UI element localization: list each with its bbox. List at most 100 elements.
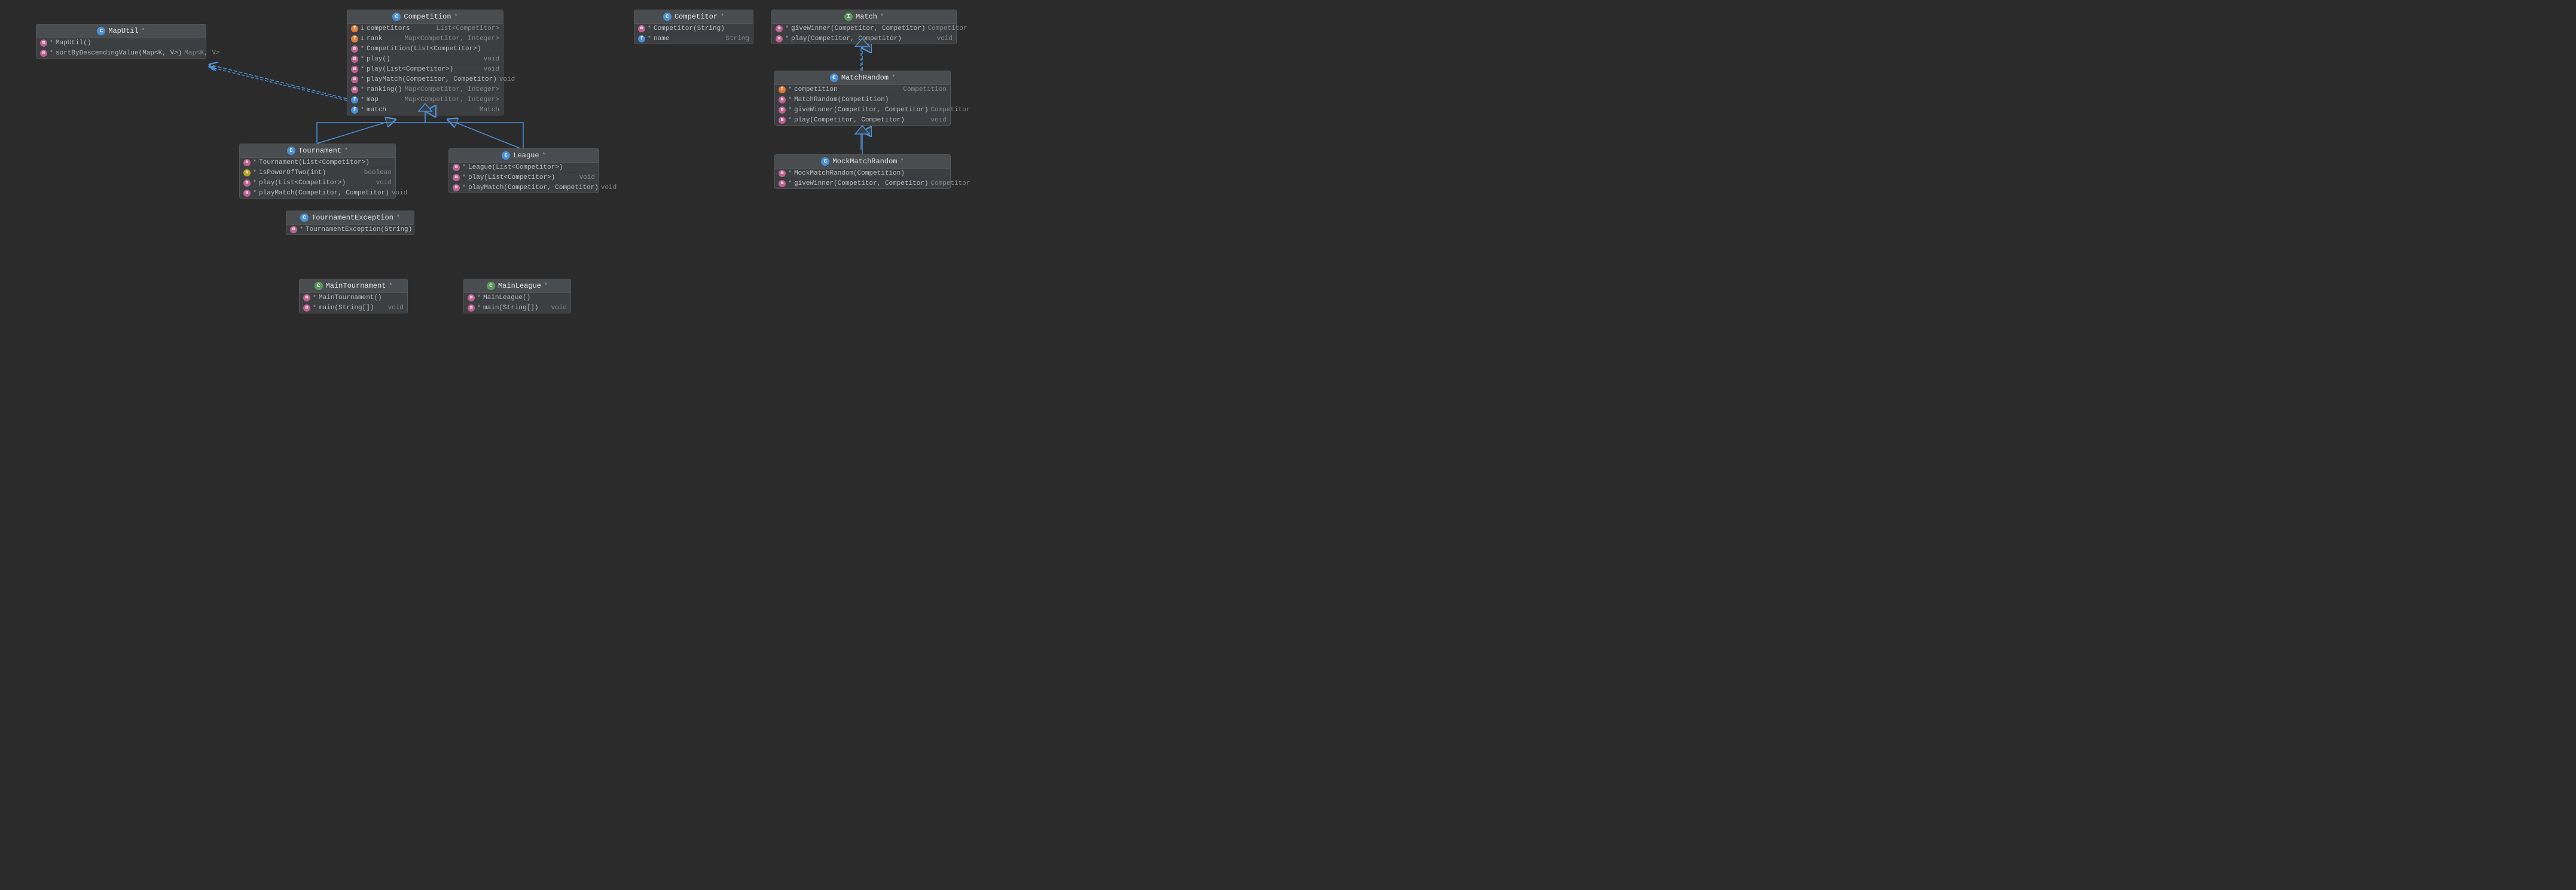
tournament-playmatch-type: void <box>392 190 407 197</box>
league-row-constructor: m * League(List<Competitor>) <box>449 163 599 173</box>
competition-competitors-name: competitors <box>367 25 434 32</box>
class-competition-header: C Competition * <box>347 10 503 24</box>
class-tournament: C Tournament * m * Tournament(List<Compe… <box>239 144 396 199</box>
mainleague-row-constructor: m * MainLeague() <box>464 293 570 303</box>
league-play-icon: m <box>453 174 460 181</box>
class-mockmatchrandom-header: C MockMatchRandom * <box>775 155 950 169</box>
tournament-ispoweroftwo-icon: m <box>243 169 251 176</box>
class-match: I Match * m * giveWinner(Competitor, Com… <box>771 10 957 44</box>
matchrandom-row-play: m * play(Competitor, Competitor) void <box>775 115 950 125</box>
maintournament-title: MainTournament <box>326 282 386 290</box>
matchrandom-row-competition: f * competition Competition <box>775 85 950 95</box>
competition-playmatch-type: void <box>499 76 515 83</box>
league-constructor-name: League(List<Competitor>) <box>468 164 595 171</box>
maputil-constructor-name: MapUtil() <box>56 39 202 47</box>
tournament-title: Tournament <box>298 147 341 155</box>
matchrandom-givewinner-type: Competitor <box>930 106 970 114</box>
matchrandom-constructor-name: MatchRandom(Competition) <box>794 96 947 103</box>
competition-play-type: void <box>484 56 499 63</box>
competitor-row-constructor: m * Competitor(String) <box>634 24 753 34</box>
competitor-title: Competitor <box>674 13 718 21</box>
competition-row-competitors: f i competitors List<Competitor> <box>347 24 503 34</box>
tournament-row-constructor: m * Tournament(List<Competitor>) <box>240 158 395 168</box>
competition-match-icon: f <box>351 106 358 114</box>
matchrandom-competition-type: Competition <box>903 86 947 93</box>
league-row-play: m * play(List<Competitor>) void <box>449 173 599 183</box>
competition-playmatch-icon: m <box>351 76 358 83</box>
competition-play-list-name: play(List<Competitor>) <box>367 66 481 73</box>
matchrandom-constructor-icon: m <box>779 96 786 103</box>
league-constructor-icon: m <box>453 164 460 171</box>
class-maputil-header: C MapUtil * <box>36 25 206 38</box>
mainleague-main-icon: m <box>468 304 475 312</box>
competition-ranking-name: ranking() <box>367 86 402 93</box>
match-givewinner-type: Competitor <box>927 25 967 32</box>
league-title: League <box>513 151 539 160</box>
competitor-name-icon: f <box>638 35 645 42</box>
competition-rank-type: Map<Competitor, Integer> <box>405 35 499 42</box>
mockmatchrandom-title: MockMatchRandom <box>832 157 897 166</box>
match-play-type: void <box>937 35 953 42</box>
tournament-ispoweroftwo-name: isPowerOfTwo(int) <box>259 169 362 176</box>
competitor-name-field: name <box>654 35 723 42</box>
match-header-icon: I <box>844 13 853 21</box>
class-maintournament-header: C MainTournament * <box>300 279 407 293</box>
competition-competitors-icon: f <box>351 25 358 32</box>
maintournament-row-main: m * main(String[]) void <box>300 303 407 313</box>
mainleague-row-main: m * main(String[]) void <box>464 303 570 313</box>
competition-map-type: Map<Competitor, Integer> <box>405 96 499 103</box>
tournament-row-playmatch: m * playMatch(Competitor, Competitor) vo… <box>240 188 395 198</box>
competition-play-name: play() <box>367 56 481 63</box>
mainleague-constructor-icon: m <box>468 294 475 301</box>
competition-constructor-icon: m <box>351 45 358 53</box>
tournamentexception-header-icon: C <box>300 214 309 222</box>
tournament-play-name: play(List<Competitor>) <box>259 179 374 187</box>
competition-header-icon: C <box>392 13 401 21</box>
matchrandom-competition-icon: f <box>779 86 786 93</box>
competition-ranking-icon: m <box>351 86 358 93</box>
class-competition: C Competition * f i competitors List<Com… <box>347 10 503 115</box>
competitor-row-name: f * name String <box>634 34 753 44</box>
league-play-name: play(List<Competitor>) <box>468 174 577 181</box>
league-playmatch-type: void <box>601 184 616 191</box>
class-match-header: I Match * <box>772 10 956 24</box>
class-mockmatchrandom: C MockMatchRandom * m * MockMatchRandom(… <box>774 154 951 189</box>
competition-rank-icon: f <box>351 35 358 42</box>
competition-title: Competition <box>404 13 451 21</box>
competition-row-playmatch: m * playMatch(Competitor, Competitor) vo… <box>347 75 503 85</box>
class-tournamentexception: C TournamentException * m * TournamentEx… <box>286 211 414 235</box>
class-maintournament: C MainTournament * m * MainTournament() … <box>299 279 408 313</box>
competition-row-rank: f i rank Map<Competitor, Integer> <box>347 34 503 44</box>
match-row-givewinner: m * giveWinner(Competitor, Competitor) C… <box>772 24 956 34</box>
tournamentexception-title: TournamentException <box>312 214 393 222</box>
match-play-name: play(Competitor, Competitor) <box>791 35 935 42</box>
matchrandom-play-name: play(Competitor, Competitor) <box>794 117 929 124</box>
matchrandom-row-constructor: m * MatchRandom(Competition) <box>775 95 950 105</box>
matchrandom-title: MatchRandom <box>841 74 889 82</box>
competition-row-match: f * match Match <box>347 105 503 115</box>
competitor-name-type: String <box>725 35 749 42</box>
maintournament-constructor-name: MainTournament() <box>319 294 404 301</box>
maputil-row-sort: m * sortByDescendingValue(Map<K, V>) Map… <box>36 48 206 58</box>
mockmatchrandom-givewinner-icon: m <box>779 180 786 187</box>
competition-row-play-list: m * play(List<Competitor>) void <box>347 65 503 75</box>
league-playmatch-icon: m <box>453 184 460 191</box>
match-row-play: m * play(Competitor, Competitor) void <box>772 34 956 44</box>
match-givewinner-name: giveWinner(Competitor, Competitor) <box>791 25 925 32</box>
competition-play-list-icon: m <box>351 66 358 73</box>
competition-playmatch-name: playMatch(Competitor, Competitor) <box>367 76 497 83</box>
class-matchrandom-header: C MatchRandom * <box>775 71 950 85</box>
maputil-sort-name: sortByDescendingValue(Map<K, V>) <box>56 50 182 57</box>
tournamentexception-constructor-name: TournamentException(String) <box>306 226 412 233</box>
maputil-row-constructor: m * MapUtil() <box>36 38 206 48</box>
competition-ranking-type: Map<Competitor, Integer> <box>405 86 499 93</box>
class-league-header: C League * <box>449 149 599 163</box>
maputil-sort-type: Map<K, V> <box>184 50 219 57</box>
tournament-play-icon: m <box>243 179 251 187</box>
class-mainleague: C MainLeague * m * MainLeague() m * main… <box>463 279 571 313</box>
class-tournamentexception-header: C TournamentException * <box>286 211 414 225</box>
competition-row-constructor: m * Competition(List<Competitor>) <box>347 44 503 54</box>
matchrandom-row-givewinner: m * giveWinner(Competitor, Competitor) C… <box>775 105 950 115</box>
competition-match-type: Match <box>480 106 499 114</box>
competition-play-icon: m <box>351 56 358 63</box>
